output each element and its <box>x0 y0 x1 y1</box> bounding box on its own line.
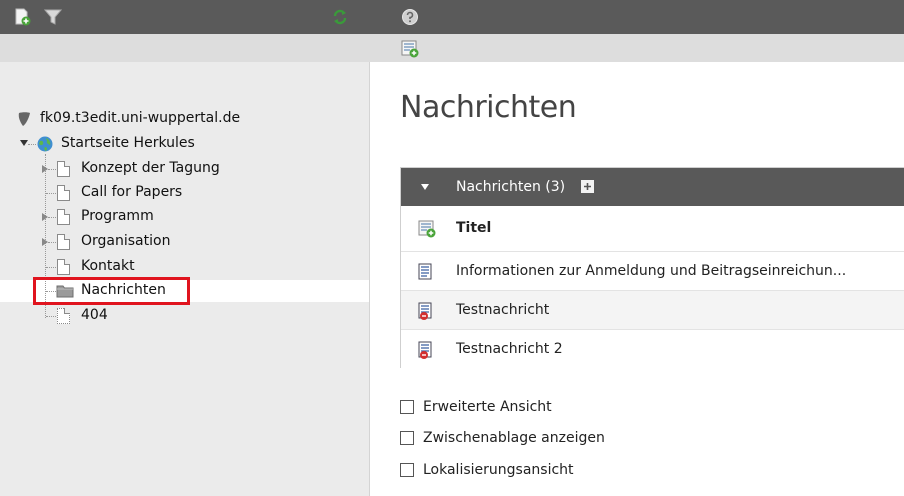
record-row[interactable]: Informationen zur Anmeldung und Beitrags… <box>401 251 904 290</box>
filter-icon[interactable] <box>43 8 63 26</box>
option-label[interactable]: Erweiterte Ansicht <box>423 396 552 418</box>
add-record-icon[interactable] <box>581 180 594 193</box>
tree-root-label[interactable]: fk09.t3edit.uni-wuppertal.de <box>40 110 240 126</box>
new-page-icon[interactable] <box>14 8 32 26</box>
tree-connector <box>48 242 56 243</box>
record-title[interactable]: Testnachricht 2 <box>456 330 563 368</box>
collapse-arrow-icon[interactable] <box>421 184 429 190</box>
page-icon <box>57 308 70 324</box>
show-clipboard-checkbox[interactable] <box>400 431 414 445</box>
hidden-news-record-icon[interactable] <box>417 341 435 359</box>
localization-view-checkbox[interactable] <box>400 463 414 477</box>
tree-item-label[interactable]: Call for Papers <box>81 184 182 200</box>
hidden-news-record-icon[interactable] <box>417 302 435 320</box>
page-title: Nachrichten <box>400 90 577 125</box>
tree-connector <box>48 169 56 170</box>
extended-view-checkbox[interactable] <box>400 400 414 414</box>
record-title[interactable]: Informationen zur Anmeldung und Beitrags… <box>456 252 846 290</box>
records-panel-header[interactable]: Nachrichten (3) <box>401 168 904 206</box>
page-icon <box>57 209 70 225</box>
tree-connector <box>46 193 56 194</box>
docheader-bar <box>0 34 904 62</box>
page-icon <box>57 161 70 177</box>
globe-icon <box>36 135 54 153</box>
typo3-logo-icon <box>16 110 34 128</box>
option-label[interactable]: Lokalisierungsansicht <box>423 459 574 481</box>
tree-home-label[interactable]: Startseite Herkules <box>61 135 195 151</box>
panel-header-label: Nachrichten (3) <box>456 179 566 195</box>
column-header-row: Titel <box>401 206 904 251</box>
page-icon <box>57 234 70 250</box>
page-icon <box>57 185 70 201</box>
record-row[interactable]: Testnachricht <box>401 290 904 329</box>
tree-item-label[interactable]: Organisation <box>81 233 170 249</box>
top-toolbar <box>0 0 904 34</box>
help-icon[interactable] <box>401 8 419 26</box>
selection-annotation-box <box>33 277 190 305</box>
option-label[interactable]: Zwischenablage anzeigen <box>423 427 605 449</box>
tree-connector <box>28 144 36 145</box>
tree-item-label[interactable]: Konzept der Tagung <box>81 160 220 176</box>
new-record-icon[interactable] <box>401 40 419 58</box>
news-record-icon[interactable] <box>417 263 435 281</box>
column-title[interactable]: Titel <box>456 206 491 251</box>
record-row[interactable]: Testnachricht 2 <box>401 329 904 368</box>
records-panel: Nachrichten (3) Titel Informationen zur … <box>400 167 904 368</box>
page-icon <box>57 259 70 275</box>
tree-connector <box>46 267 56 268</box>
tree-item-label[interactable]: Kontakt <box>81 258 135 274</box>
collapse-arrow-icon[interactable] <box>20 140 28 146</box>
tree-connector <box>46 316 56 317</box>
refresh-icon[interactable] <box>332 9 348 25</box>
tree-item-label[interactable]: Programm <box>81 208 154 224</box>
new-record-icon[interactable] <box>418 220 436 238</box>
record-title[interactable]: Testnachricht <box>456 291 549 329</box>
tree-connector <box>48 217 56 218</box>
tree-item-label[interactable]: 404 <box>81 307 108 323</box>
